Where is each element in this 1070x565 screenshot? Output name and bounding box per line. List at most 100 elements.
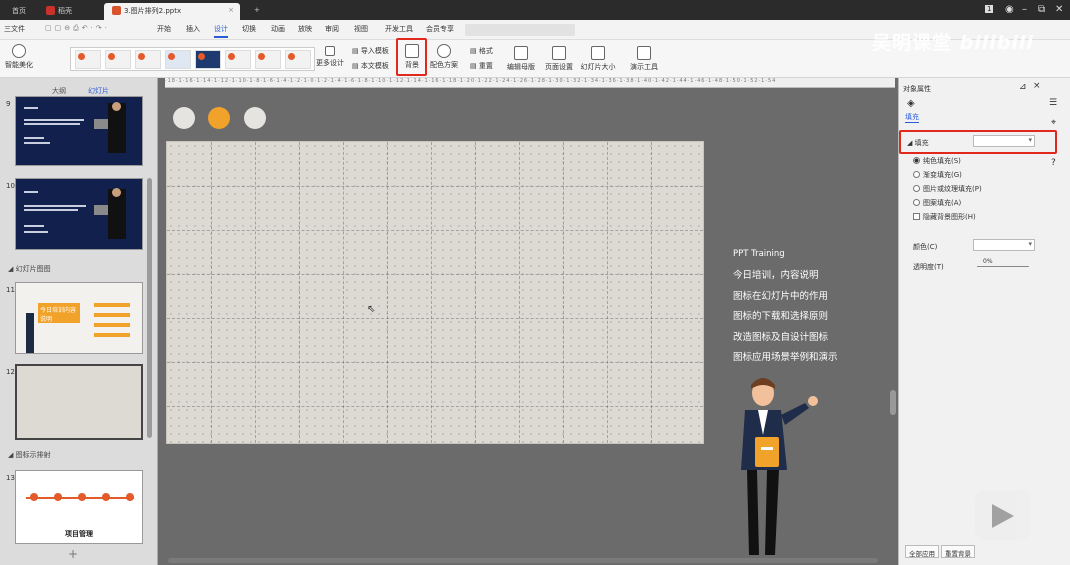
new-tab-button[interactable]: + bbox=[246, 3, 268, 20]
section-header[interactable]: ◢ 幻灯片图图 bbox=[8, 264, 51, 274]
pptx-icon bbox=[112, 6, 121, 15]
template-thumb[interactable] bbox=[225, 50, 251, 69]
presentation-tools-button[interactable]: 演示工具 bbox=[626, 46, 662, 72]
menu-item[interactable]: 视图 bbox=[354, 24, 368, 34]
canvas-scrollbar[interactable] bbox=[890, 390, 896, 415]
quick-access-toolbar[interactable]: ▢▢⊖⎙↶·↷· bbox=[45, 24, 110, 33]
tab-store[interactable]: 稻壳 bbox=[38, 3, 80, 20]
edit-master-button[interactable]: 编辑母版 bbox=[506, 46, 536, 72]
badge-icon[interactable]: 1 bbox=[985, 5, 994, 13]
template-gallery[interactable] bbox=[70, 47, 315, 71]
template-thumb[interactable] bbox=[75, 50, 101, 69]
slide-number: 10 bbox=[6, 182, 15, 190]
color-label: 颜色(C) bbox=[913, 243, 938, 251]
radio-icon bbox=[913, 199, 920, 206]
reset-background-button[interactable]: 重置背景 bbox=[941, 545, 975, 558]
slide-number: 13 bbox=[6, 474, 15, 482]
option-solid[interactable]: 纯色填充(S) bbox=[913, 156, 961, 166]
horizontal-scrollbar[interactable] bbox=[168, 558, 878, 563]
panel-side-icon[interactable]: ⌖ bbox=[1051, 118, 1056, 128]
menu-item[interactable]: 会员专享 bbox=[426, 24, 454, 34]
option-label: 纯色填充(S) bbox=[923, 157, 961, 165]
option-label: 渐变填充(G) bbox=[923, 171, 962, 179]
template-thumb[interactable] bbox=[255, 50, 281, 69]
menu-item[interactable]: 开发工具 bbox=[385, 24, 413, 34]
slide-thumb-12[interactable] bbox=[15, 364, 143, 440]
color-scheme-button[interactable]: 配色方案 bbox=[428, 44, 460, 70]
notes-line: 今日培训，内容说明 bbox=[733, 270, 819, 281]
import-template-button[interactable]: ▤ 导入模板 bbox=[352, 46, 389, 56]
close-icon[interactable]: × bbox=[228, 6, 234, 14]
current-slide[interactable]: ⇖ bbox=[166, 141, 704, 444]
more-design-button[interactable]: 更多设计 bbox=[314, 46, 346, 68]
maximize-icon[interactable]: ⧉ bbox=[1038, 4, 1045, 15]
page-setup-button[interactable]: 页面设置 bbox=[544, 46, 574, 72]
tab-document-label: 3.图片排列2.pptx bbox=[124, 7, 182, 15]
presentation-tools-label: 演示工具 bbox=[630, 63, 658, 71]
color-dropdown[interactable] bbox=[973, 239, 1035, 251]
add-slide-button[interactable]: + bbox=[68, 547, 78, 561]
radio-icon bbox=[913, 157, 920, 164]
template-thumb[interactable] bbox=[285, 50, 311, 69]
section-header[interactable]: ◢ 图标示排射 bbox=[8, 450, 51, 460]
slide-thumb-13[interactable]: 项目管理 bbox=[15, 470, 143, 544]
template-thumb[interactable] bbox=[105, 50, 131, 69]
watermark-site: bilibili bbox=[959, 32, 1034, 54]
search-box[interactable] bbox=[465, 24, 575, 36]
close-panel-icon[interactable]: × bbox=[1033, 81, 1041, 91]
hide-bg-checkbox[interactable]: 隐藏背景图形(H) bbox=[913, 212, 976, 222]
smart-beautify-button[interactable]: 智能美化 bbox=[2, 44, 36, 70]
reset-label: 重置 bbox=[478, 62, 493, 70]
slide-number: 9 bbox=[6, 100, 11, 108]
fill-icon: ◈ bbox=[907, 98, 915, 109]
menu-item[interactable]: 插入 bbox=[186, 24, 200, 34]
slide-thumb-9[interactable] bbox=[15, 96, 143, 166]
person-image bbox=[108, 188, 126, 239]
transparency-slider[interactable] bbox=[977, 266, 1029, 267]
notes-line: 图标的下载和选择原则 bbox=[733, 311, 829, 322]
close-window-icon[interactable]: ✕ bbox=[1055, 4, 1063, 15]
tab-home[interactable]: 首页 bbox=[4, 3, 34, 20]
option-picture[interactable]: 图片或纹理填充(P) bbox=[913, 184, 982, 194]
help-icon[interactable]: ? bbox=[1051, 158, 1056, 168]
watermark: 吴明课堂 bilibili bbox=[872, 28, 1034, 55]
person-image bbox=[108, 102, 126, 153]
slide-thumb-11[interactable]: 今日培训内容说明 bbox=[15, 282, 143, 354]
hide-bg-label: 隐藏背景图形(H) bbox=[923, 213, 976, 221]
tab-outline[interactable]: 大纲 bbox=[52, 86, 66, 96]
slide-thumb-10[interactable] bbox=[15, 178, 143, 250]
avatar[interactable]: ◉ bbox=[1005, 4, 1014, 15]
section-label: 幻灯片图图 bbox=[15, 265, 51, 273]
thumbnail-scrollbar[interactable] bbox=[147, 178, 152, 438]
tab-slides[interactable]: 幻灯片 bbox=[88, 86, 109, 96]
menu-item[interactable]: 动画 bbox=[271, 24, 285, 34]
minimize-icon[interactable]: – bbox=[1022, 4, 1027, 15]
apply-all-button[interactable]: 全部应用 bbox=[905, 545, 939, 558]
pin-icon[interactable]: ⊿ bbox=[1019, 82, 1027, 92]
slide11-title: 今日培训内容说明 bbox=[38, 303, 80, 323]
tab-document[interactable]: 3.图片排列2.pptx × bbox=[104, 3, 240, 20]
text-template-button[interactable]: ▤ 本文模板 bbox=[352, 61, 389, 71]
menu-item[interactable]: 放映 bbox=[298, 24, 312, 34]
reset-button[interactable]: ▤ 重置 bbox=[470, 61, 493, 71]
option-gradient[interactable]: 渐变填充(G) bbox=[913, 170, 962, 180]
option-pattern[interactable]: 图案填充(A) bbox=[913, 198, 961, 208]
panel-side-icon[interactable]: ☰ bbox=[1049, 98, 1057, 108]
format-button[interactable]: ▤ 格式 bbox=[470, 46, 493, 56]
template-thumb[interactable] bbox=[135, 50, 161, 69]
slide-size-button[interactable]: 幻灯片大小 bbox=[578, 46, 618, 72]
menu-file[interactable]: 三文件 bbox=[4, 24, 25, 34]
template-thumb[interactable] bbox=[165, 50, 191, 69]
tab-fill[interactable]: 填充 bbox=[905, 112, 919, 123]
menu-item[interactable]: 切换 bbox=[242, 24, 256, 34]
slide-thumbnail-panel: 大纲 幻灯片 9 10 ◢ 幻灯片图图 11 今日培训内容说明 12 ◢ 图标示… bbox=[0, 78, 158, 565]
radio-icon bbox=[913, 171, 920, 178]
cartoon-person bbox=[741, 378, 818, 555]
panel-title: 对象属性 bbox=[903, 85, 931, 93]
notes-title: PPT Training bbox=[733, 249, 785, 259]
menu-item[interactable]: 审阅 bbox=[325, 24, 339, 34]
template-thumb[interactable] bbox=[195, 50, 221, 69]
tab-store-label: 稻壳 bbox=[58, 7, 72, 15]
menu-item[interactable]: 开始 bbox=[157, 24, 171, 34]
menu-item[interactable]: 设计 bbox=[214, 24, 228, 38]
